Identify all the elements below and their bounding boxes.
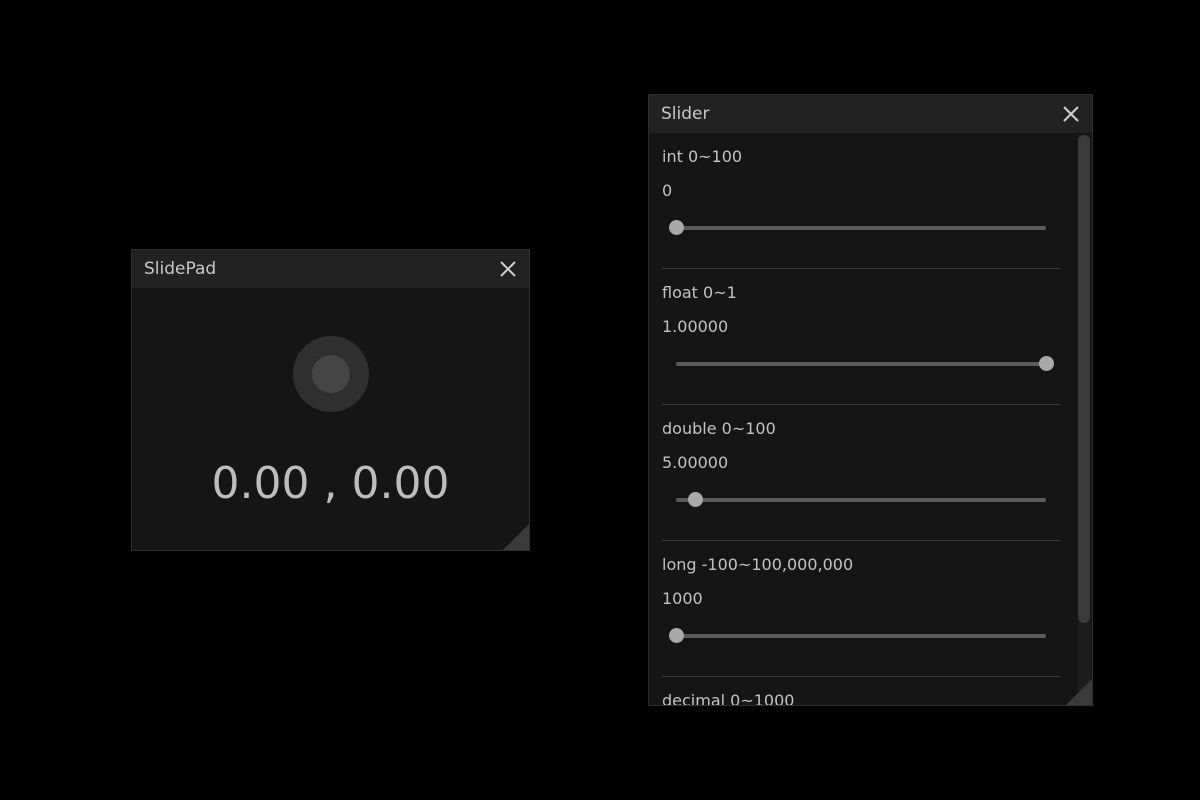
slider-section-float: float 0~1 1.00000	[662, 269, 1060, 405]
slider-titlebar[interactable]: Slider	[649, 95, 1092, 133]
slider-label: float 0~1	[662, 283, 737, 302]
slidepad-titlebar[interactable]: SlidePad	[132, 250, 529, 288]
close-icon	[500, 261, 516, 277]
slider-label: int 0~100	[662, 147, 743, 166]
slider-value: 0	[662, 181, 673, 200]
slider-track[interactable]	[676, 356, 1054, 371]
slidepad-ring	[293, 336, 369, 412]
slider-label: decimal 0~1000	[662, 691, 795, 705]
slider-track[interactable]	[676, 492, 1046, 507]
slider-window: Slider int 0~100 0 float 0~1 1.00000 dou…	[648, 94, 1093, 706]
slider-track[interactable]	[669, 220, 1046, 235]
resize-grip-icon[interactable]	[503, 524, 529, 550]
slider-section-int: int 0~100 0	[662, 133, 1060, 269]
slidepad-value: 0.00 , 0.00	[211, 458, 450, 509]
slidepad-title: SlidePad	[144, 259, 217, 279]
slider-sections: int 0~100 0 float 0~1 1.00000 double 0~1…	[662, 133, 1060, 705]
slider-value: 1000	[662, 589, 703, 608]
slider-label: double 0~100	[662, 419, 776, 438]
close-icon	[1063, 106, 1079, 122]
slider-close-button[interactable]	[1060, 103, 1082, 125]
slidepad-close-button[interactable]	[497, 258, 519, 280]
slider-thumb[interactable]	[669, 220, 684, 235]
slider-thumb[interactable]	[687, 492, 703, 507]
slider-thumb[interactable]	[669, 628, 684, 643]
slidepad-window: SlidePad 0.00 , 0.00	[131, 249, 530, 551]
slider-scrollbar[interactable]	[1078, 135, 1090, 703]
resize-grip-icon[interactable]	[1066, 679, 1092, 705]
slider-scrollbar-thumb[interactable]	[1078, 135, 1090, 623]
slider-scroll-area[interactable]: int 0~100 0 float 0~1 1.00000 double 0~1…	[649, 133, 1092, 705]
slider-section-long: long -100~100,000,000 1000	[662, 541, 1060, 677]
slider-value: 5.00000	[662, 453, 729, 472]
slider-section-decimal: decimal 0~1000	[662, 677, 1060, 705]
slider-label: long -100~100,000,000	[662, 555, 854, 574]
slider-section-double: double 0~100 5.00000	[662, 405, 1060, 541]
slider-value: 1.00000	[662, 317, 729, 336]
slider-title: Slider	[661, 104, 710, 124]
slider-thumb[interactable]	[1039, 356, 1054, 371]
slidepad-knob[interactable]	[312, 355, 350, 393]
slider-track[interactable]	[669, 628, 1046, 643]
slidepad-area[interactable]: 0.00 , 0.00	[132, 288, 529, 550]
